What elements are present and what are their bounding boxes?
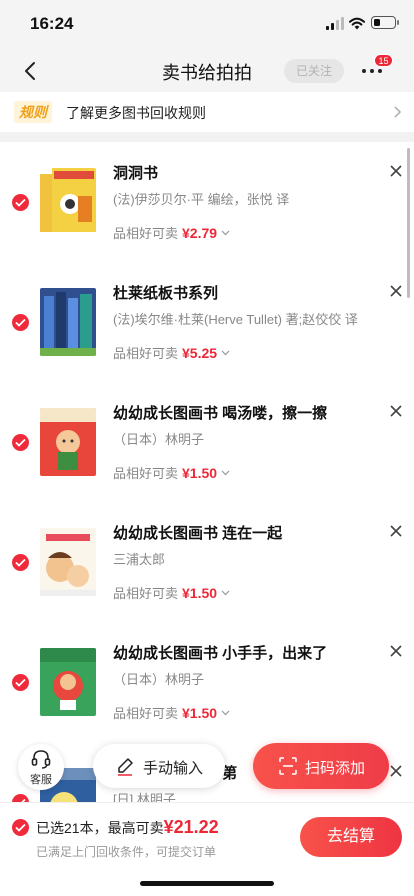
rules-tag: 规则 xyxy=(14,101,52,123)
book-author: (法)埃尔维·杜莱(Herve Tullet) 著;赵佼佼 译 xyxy=(113,312,358,327)
selected-checkbox[interactable] xyxy=(12,554,29,571)
headset-icon xyxy=(31,750,51,769)
book-cover-image xyxy=(40,408,96,476)
battery-icon xyxy=(371,16,399,29)
page-title: 卖书给拍拍 xyxy=(162,63,252,83)
price: ¥1.50 xyxy=(182,705,218,721)
book-author: （日本）林明子 xyxy=(113,672,205,687)
chevron-right-icon xyxy=(394,106,402,118)
book-author: (法)伊莎贝尔·平 编绘，张悦 译 xyxy=(113,192,290,207)
scan-add-label: 扫码添加 xyxy=(305,760,366,777)
condition-selector[interactable]: 品相好可卖 ¥5.25 xyxy=(113,343,230,361)
chevron-down-icon xyxy=(221,590,230,596)
close-icon[interactable] xyxy=(389,284,403,298)
book-list[interactable]: 洞洞书 (法)伊莎贝尔·平 编绘，张悦 译 品相好可卖 ¥2.79 杜莱纸板书系列… xyxy=(0,142,414,802)
book-cover-image xyxy=(40,648,96,716)
condition-selector[interactable]: 品相好可卖 ¥2.79 xyxy=(113,223,230,241)
book-cover-image xyxy=(40,288,96,356)
price: ¥2.79 xyxy=(182,225,218,241)
notification-badge: 15 xyxy=(374,54,393,67)
book-item[interactable]: 幼幼成长图画书 小手手，出来了 （日本）林明子 品相好可卖 ¥1.50 xyxy=(0,622,414,742)
price: ¥1.50 xyxy=(182,585,218,601)
manual-input-button[interactable]: 手动输入 xyxy=(93,744,225,788)
pickup-hint: 已满足上门回收条件，可提交订单 xyxy=(36,845,217,859)
selection-summary: 已选21本，最高可卖¥21.22 xyxy=(36,817,219,838)
status-time: 16:24 xyxy=(30,14,74,33)
book-cover-image xyxy=(40,528,96,596)
close-icon[interactable] xyxy=(389,644,403,658)
condition-label: 品相好可卖 xyxy=(113,706,179,721)
book-item[interactable]: 杜莱纸板书系列 (法)埃尔维·杜莱(Herve Tullet) 著;赵佼佼 译 … xyxy=(0,262,414,382)
back-icon[interactable] xyxy=(18,58,44,84)
book-cover-image xyxy=(40,168,96,232)
price: ¥5.25 xyxy=(182,345,218,361)
condition-selector[interactable]: 品相好可卖 ¥1.50 xyxy=(113,703,230,721)
customer-service-label: 客服 xyxy=(30,774,52,786)
battery-level xyxy=(374,19,380,26)
book-author: 三浦太郎 xyxy=(113,552,166,567)
cellular-signal-icon xyxy=(326,17,344,30)
checkout-button[interactable]: 去结算 xyxy=(300,817,402,857)
manual-input-label: 手动输入 xyxy=(143,760,204,777)
pen-icon xyxy=(118,758,133,776)
price: ¥1.50 xyxy=(182,465,218,481)
selected-checkbox[interactable] xyxy=(12,314,29,331)
home-indicator xyxy=(140,881,274,886)
condition-selector[interactable]: 品相好可卖 ¥1.50 xyxy=(113,583,230,601)
selected-checkbox[interactable] xyxy=(12,674,29,691)
chevron-down-icon xyxy=(221,350,230,356)
chevron-down-icon xyxy=(221,470,230,476)
selected-checkbox[interactable] xyxy=(12,434,29,451)
rules-bar[interactable]: 规则 了解更多图书回收规则 xyxy=(0,92,414,132)
condition-label: 品相好可卖 xyxy=(113,466,179,481)
nav-bar: 卖书给拍拍 已关注 15 xyxy=(0,48,414,92)
chevron-down-icon xyxy=(221,710,230,716)
close-icon[interactable] xyxy=(389,764,403,778)
wifi-icon xyxy=(349,17,365,30)
book-title: 洞洞书 xyxy=(113,165,159,182)
chevron-down-icon xyxy=(221,230,230,236)
close-icon[interactable] xyxy=(389,164,403,178)
scan-add-button[interactable]: 扫码添加 xyxy=(253,743,389,789)
condition-label: 品相好可卖 xyxy=(113,586,179,601)
book-title: 幼幼成长图画书 小手手，出来了 xyxy=(113,645,328,662)
book-item[interactable]: 洞洞书 (法)伊莎贝尔·平 编绘，张悦 译 品相好可卖 ¥2.79 xyxy=(0,142,414,262)
book-title: 幼幼成长图画书 喝汤喽，擦一擦 xyxy=(113,405,328,422)
condition-label: 品相好可卖 xyxy=(113,346,179,361)
book-title: 杜莱纸板书系列 xyxy=(113,285,219,302)
condition-label: 品相好可卖 xyxy=(113,226,179,241)
book-author: [日] 林明子 xyxy=(113,792,176,802)
customer-service-button[interactable]: 客服 xyxy=(18,744,64,790)
status-bar: 16:24 xyxy=(0,0,414,48)
selected-checkbox[interactable] xyxy=(12,194,29,211)
scan-icon xyxy=(279,757,297,775)
close-icon[interactable] xyxy=(389,524,403,538)
rules-link-text[interactable]: 了解更多图书回收规则 xyxy=(66,103,206,123)
book-item[interactable]: 幼幼成长图画书 连在一起 三浦太郎 品相好可卖 ¥1.50 xyxy=(0,502,414,622)
book-author: （日本）林明子 xyxy=(113,432,205,447)
follow-button[interactable]: 已关注 xyxy=(284,59,344,83)
book-item[interactable]: 幼幼成长图画书 喝汤喽，擦一擦 （日本）林明子 品相好可卖 ¥1.50 xyxy=(0,382,414,502)
book-title: 幼幼成长图画书 连在一起 xyxy=(113,525,283,542)
condition-selector[interactable]: 品相好可卖 ¥1.50 xyxy=(113,463,230,481)
selected-checkbox[interactable] xyxy=(12,794,29,802)
selected-count-text: 已选21本，最高可卖 xyxy=(36,820,164,836)
close-icon[interactable] xyxy=(389,404,403,418)
total-price: ¥21.22 xyxy=(163,817,219,837)
select-all-checkbox[interactable] xyxy=(12,819,29,836)
